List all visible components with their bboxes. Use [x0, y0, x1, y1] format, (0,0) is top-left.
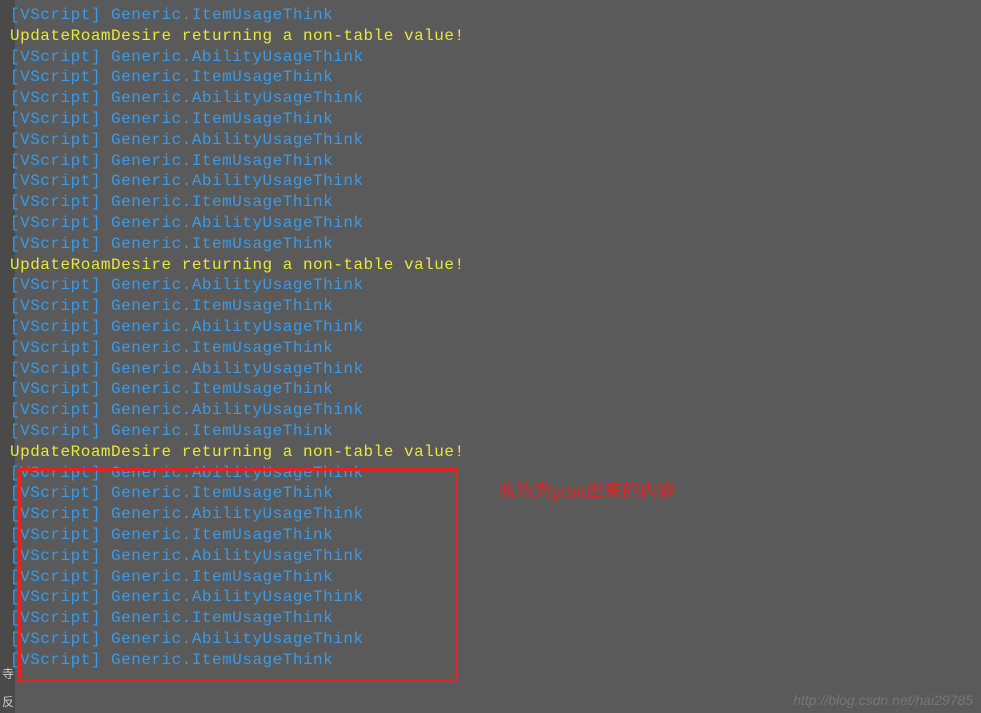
console-line: [VScript] Generic.ItemUsageThink [10, 5, 971, 26]
console-line: [VScript] Generic.AbilityUsageThink [10, 400, 971, 421]
console-line: [VScript] Generic.ItemUsageThink [10, 296, 971, 317]
console-line: [VScript] Generic.AbilityUsageThink [10, 359, 971, 380]
console-line: [VScript] Generic.AbilityUsageThink [10, 130, 971, 151]
side-character-2: 反 [2, 695, 14, 711]
console-line: [VScript] Generic.ItemUsageThink [10, 567, 971, 588]
console-line: [VScript] Generic.ItemUsageThink [10, 151, 971, 172]
console-line: [VScript] Generic.AbilityUsageThink [10, 88, 971, 109]
console-line: [VScript] Generic.AbilityUsageThink [10, 213, 971, 234]
console-line: [VScript] Generic.AbilityUsageThink [10, 317, 971, 338]
watermark-text: http://blog.csdn.net/hai29785 [793, 691, 973, 709]
console-line: [VScript] Generic.ItemUsageThink [10, 608, 971, 629]
annotation-text: 蓝色为print出来的内容 [498, 480, 676, 503]
console-output: [VScript] Generic.ItemUsageThinkUpdateRo… [0, 0, 981, 676]
console-line: [VScript] Generic.AbilityUsageThink [10, 504, 971, 525]
console-line: [VScript] Generic.ItemUsageThink [10, 421, 971, 442]
console-line: [VScript] Generic.AbilityUsageThink [10, 546, 971, 567]
console-line: [VScript] Generic.AbilityUsageThink [10, 463, 971, 484]
console-line: [VScript] Generic.ItemUsageThink [10, 483, 971, 504]
console-line: [VScript] Generic.AbilityUsageThink [10, 275, 971, 296]
console-line: [VScript] Generic.ItemUsageThink [10, 338, 971, 359]
console-line: [VScript] Generic.ItemUsageThink [10, 379, 971, 400]
console-line: [VScript] Generic.ItemUsageThink [10, 650, 971, 671]
console-line: [VScript] Generic.ItemUsageThink [10, 192, 971, 213]
console-line: UpdateRoamDesire returning a non-table v… [10, 26, 971, 47]
console-line: [VScript] Generic.AbilityUsageThink [10, 171, 971, 192]
console-line: [VScript] Generic.ItemUsageThink [10, 234, 971, 255]
console-line: [VScript] Generic.ItemUsageThink [10, 109, 971, 130]
console-line: UpdateRoamDesire returning a non-table v… [10, 255, 971, 276]
console-line: [VScript] Generic.AbilityUsageThink [10, 587, 971, 608]
console-line: UpdateRoamDesire returning a non-table v… [10, 442, 971, 463]
console-line: [VScript] Generic.ItemUsageThink [10, 525, 971, 546]
console-line: [VScript] Generic.AbilityUsageThink [10, 629, 971, 650]
console-line: [VScript] Generic.ItemUsageThink [10, 67, 971, 88]
console-line: [VScript] Generic.AbilityUsageThink [10, 47, 971, 68]
